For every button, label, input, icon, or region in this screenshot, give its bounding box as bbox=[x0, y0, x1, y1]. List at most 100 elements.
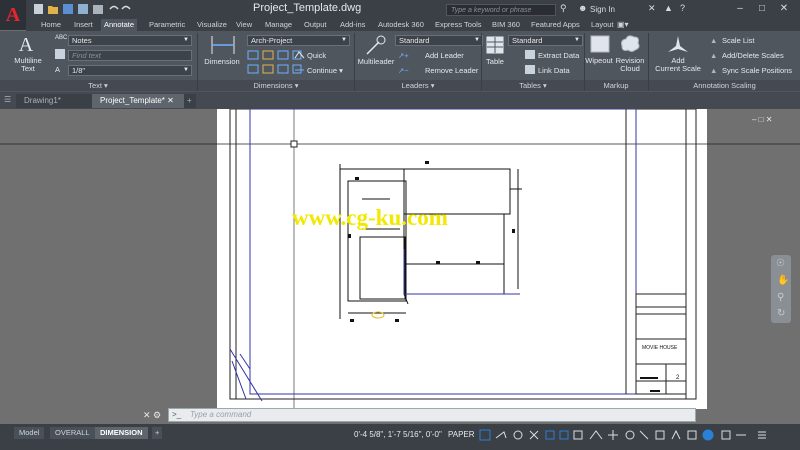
tab-bim-360[interactable]: BIM 360 bbox=[489, 19, 523, 31]
ribbon-options-icon[interactable]: ▣▾ bbox=[617, 19, 629, 31]
isolate-objects-icon bbox=[687, 430, 697, 440]
continue-dimension-button[interactable]: Continue ▾ bbox=[307, 66, 343, 75]
status-toolbar[interactable] bbox=[478, 428, 800, 442]
continue-dimension-icon[interactable] bbox=[294, 65, 306, 75]
sync-scale-positions-button[interactable]: Sync Scale Positions bbox=[722, 66, 792, 75]
file-tab-drawing1[interactable]: Drawing1* bbox=[16, 94, 96, 108]
quick-dimension-icon[interactable] bbox=[294, 50, 306, 60]
tab-insert[interactable]: Insert bbox=[71, 19, 96, 31]
layout-tab-model[interactable]: Model bbox=[14, 427, 45, 439]
workspace-icon bbox=[655, 430, 665, 440]
panel-title-leaders[interactable]: Leaders ▾ bbox=[355, 80, 481, 91]
tab-autodesk-360[interactable]: Autodesk 360 bbox=[375, 19, 427, 31]
multileader-button[interactable]: Multileader bbox=[355, 58, 397, 66]
extract-data-icon[interactable] bbox=[525, 50, 535, 59]
add-leader-button[interactable]: Add Leader bbox=[425, 51, 464, 60]
user-icon[interactable]: ☻ bbox=[578, 3, 587, 13]
multiline-text-icon[interactable]: A bbox=[12, 34, 40, 56]
extract-data-button[interactable]: Extract Data bbox=[538, 51, 579, 60]
add-delete-scales-icon[interactable]: ▲ bbox=[710, 51, 717, 60]
dimension-style-dropdown[interactable]: Arch-Project ▼ bbox=[247, 35, 350, 46]
quick-access-toolbar[interactable] bbox=[32, 3, 132, 15]
auto-scale-icon bbox=[625, 430, 635, 440]
tab-output[interactable]: Output bbox=[301, 19, 330, 31]
add-current-scale-button[interactable]: Add Current Scale bbox=[652, 57, 704, 73]
table-style-dropdown[interactable]: Standard ▼ bbox=[508, 35, 583, 46]
tab-layout[interactable]: Layout bbox=[588, 19, 617, 31]
tab-home[interactable]: Home bbox=[38, 19, 64, 31]
add-layout-button[interactable]: + bbox=[152, 427, 163, 439]
exchange-icon[interactable]: ✕ bbox=[648, 3, 656, 14]
connect-icon[interactable]: ▲ bbox=[664, 3, 673, 13]
sign-in-button[interactable]: Sign In bbox=[590, 5, 615, 14]
tab-annotate[interactable]: Annotate bbox=[101, 19, 138, 31]
help-icon[interactable]: ? bbox=[680, 3, 685, 13]
pan-icon[interactable]: ✋ bbox=[777, 275, 789, 286]
quick-dimension-button[interactable]: Quick bbox=[307, 51, 326, 60]
scale-list-button[interactable]: Scale List bbox=[722, 36, 755, 45]
file-tab-project-template[interactable]: Project_Template* ✕ bbox=[92, 94, 194, 108]
tab-manage[interactable]: Manage bbox=[262, 19, 295, 31]
panel-title-dimensions[interactable]: Dimensions ▾ bbox=[198, 80, 354, 91]
text-style-dropdown[interactable]: Notes ▼ bbox=[68, 35, 192, 46]
revision-cloud-icon[interactable] bbox=[619, 34, 641, 54]
steering-wheel-icon[interactable]: ☉ bbox=[776, 258, 785, 269]
panel-title-markup[interactable]: Markup bbox=[585, 80, 647, 91]
find-text-input[interactable]: Find text bbox=[68, 50, 192, 61]
table-icon[interactable] bbox=[486, 36, 504, 54]
close-icon[interactable]: ✕ bbox=[167, 96, 174, 105]
table-button[interactable]: Table bbox=[482, 58, 508, 66]
dimension-icon[interactable] bbox=[210, 34, 236, 56]
file-tabs-menu-icon[interactable]: ☰ bbox=[4, 95, 11, 104]
layout-tab-dimension[interactable]: DIMENSION bbox=[95, 427, 148, 439]
sync-scale-positions-icon[interactable]: ▲ bbox=[710, 66, 717, 75]
zoom-icon[interactable]: ⚲ bbox=[777, 292, 784, 303]
tab-featured-apps[interactable]: Featured Apps bbox=[528, 19, 583, 31]
wipeout-button[interactable]: Wipeout bbox=[584, 57, 614, 65]
panel-title-text[interactable]: Text ▾ bbox=[0, 80, 196, 91]
multileader-icon[interactable] bbox=[364, 34, 388, 56]
link-data-button[interactable]: Link Data bbox=[538, 66, 570, 75]
add-leader-icon[interactable]: ↗+ bbox=[398, 51, 409, 60]
tab-parametric[interactable]: Parametric bbox=[146, 19, 188, 31]
tab-add-ins[interactable]: Add-ins bbox=[337, 19, 368, 31]
link-data-icon[interactable] bbox=[525, 65, 535, 74]
text-height-dropdown[interactable]: 1/8" ▼ bbox=[68, 65, 192, 76]
panel-title-annotation-scaling[interactable]: Annotation Scaling bbox=[649, 80, 800, 91]
search-icon[interactable]: ⚲ bbox=[560, 3, 567, 14]
new-tab-button[interactable]: + bbox=[184, 94, 196, 108]
orbit-icon[interactable]: ↻ bbox=[777, 308, 785, 319]
application-menu-button[interactable]: A bbox=[0, 0, 26, 30]
panel-title-tables[interactable]: Tables ▾ bbox=[482, 80, 584, 91]
maximize-button[interactable]: □ bbox=[755, 3, 769, 15]
abc-check-spelling-icon[interactable]: ABC bbox=[55, 35, 67, 41]
wipeout-icon[interactable] bbox=[590, 35, 610, 53]
add-delete-scales-button[interactable]: Add/Delete Scales bbox=[722, 51, 784, 60]
clean-screen-icon bbox=[721, 430, 731, 440]
autocad-logo-icon: A bbox=[5, 3, 21, 26]
remove-leader-icon[interactable]: ↗− bbox=[398, 66, 409, 75]
search-input[interactable]: Type a keyword or phrase bbox=[446, 4, 556, 16]
coordinates-readout: 0'-4 5/8", 1'-7 5/16", 0'-0" bbox=[354, 430, 442, 439]
find-text-icon[interactable] bbox=[55, 49, 65, 59]
command-line-controls[interactable]: ✕ ⚙ bbox=[143, 410, 161, 421]
close-button[interactable]: ✕ bbox=[777, 3, 791, 15]
selection-cycling-icon bbox=[589, 430, 603, 440]
dimension-button[interactable]: Dimension bbox=[200, 58, 244, 66]
revision-cloud-button[interactable]: Revision Cloud bbox=[612, 57, 648, 73]
tab-view[interactable]: View bbox=[233, 19, 255, 31]
multiline-text-button[interactable]: Multiline Text bbox=[8, 57, 48, 73]
scale-list-icon[interactable]: ▲ bbox=[710, 36, 717, 45]
save-icon bbox=[63, 4, 73, 14]
multileader-style-dropdown[interactable]: Standard ▼ bbox=[395, 35, 483, 46]
minimize-button[interactable]: – bbox=[733, 3, 747, 15]
paper-model-toggle[interactable]: PAPER bbox=[448, 430, 475, 439]
layout-tab-overall[interactable]: OVERALL bbox=[50, 427, 95, 439]
command-input[interactable]: Type a command bbox=[190, 410, 251, 419]
lineweight-icon bbox=[559, 430, 569, 440]
remove-leader-button[interactable]: Remove Leader bbox=[425, 66, 478, 75]
add-current-scale-icon[interactable] bbox=[667, 34, 689, 56]
tab-visualize[interactable]: Visualize bbox=[194, 19, 230, 31]
redo-icon bbox=[121, 5, 131, 10]
tab-express-tools[interactable]: Express Tools bbox=[432, 19, 485, 31]
